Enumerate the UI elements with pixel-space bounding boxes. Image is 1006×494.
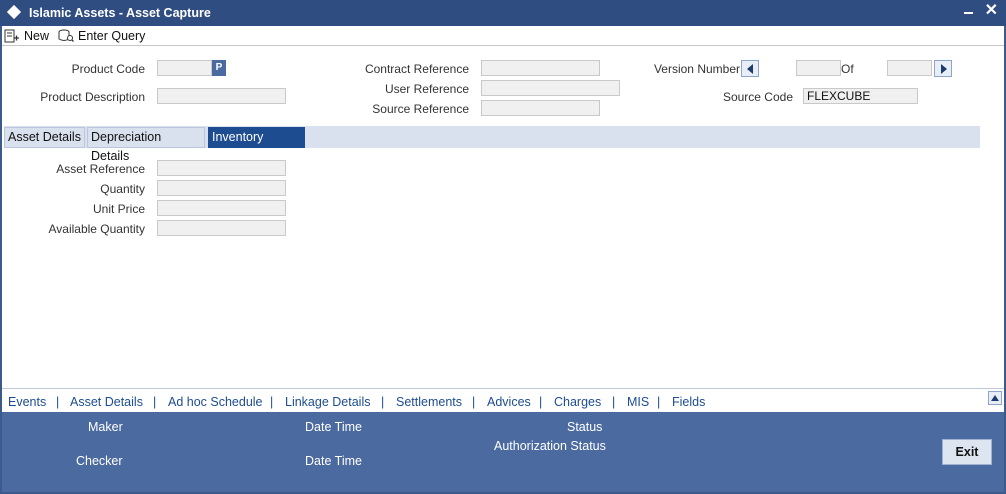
product-description-label: Product Description — [40, 90, 145, 104]
unit-price-field[interactable] — [157, 200, 286, 216]
separator: | — [472, 395, 476, 409]
quantity-field[interactable] — [157, 180, 286, 196]
product-description-field[interactable] — [157, 88, 286, 104]
asset-reference-label: Asset Reference — [56, 162, 145, 176]
link-mis[interactable]: MIS — [627, 395, 649, 409]
tab-inventory-details[interactable]: Inventory Details — [208, 127, 305, 163]
tab-asset-details[interactable]: Asset Details — [4, 127, 85, 148]
separator: | — [270, 395, 274, 409]
link-advices[interactable]: Advices — [487, 395, 531, 409]
enter-query-button[interactable]: Enter Query — [58, 28, 145, 44]
asset-reference-field[interactable] — [157, 160, 286, 176]
status-label: Status — [567, 420, 603, 434]
version-number-label: Version Number — [653, 62, 740, 76]
contract-reference-label: Contract Reference — [364, 62, 469, 76]
new-button[interactable]: New — [4, 28, 49, 44]
authorization-status-label: Authorization Status — [494, 439, 606, 453]
unit-price-label: Unit Price — [92, 202, 145, 216]
checker-label: Checker — [76, 454, 123, 468]
query-icon — [58, 29, 74, 42]
tab-depreciation-details[interactable]: Depreciation Details — [87, 127, 205, 163]
user-reference-label: User Reference — [384, 82, 469, 96]
product-code-label: Product Code — [71, 62, 145, 76]
link-events[interactable]: Events — [8, 395, 46, 409]
source-reference-field[interactable] — [481, 100, 600, 116]
link-fields[interactable]: Fields — [672, 395, 705, 409]
enter-query-label: Enter Query — [78, 29, 146, 43]
tab-strip: Asset Details Depreciation Details Inven… — [4, 126, 980, 163]
link-asset-details[interactable]: Asset Details — [70, 395, 143, 409]
checker-date-time-label: Date Time — [305, 454, 362, 468]
link-ad-hoc-schedule[interactable]: Ad hoc Schedule — [168, 395, 263, 409]
arrow-right-icon — [941, 64, 947, 74]
separator: | — [612, 395, 616, 409]
link-charges[interactable]: Charges — [554, 395, 601, 409]
close-icon[interactable]: ✕ — [985, 2, 998, 20]
bottom-links-bar: Events | Asset Details | Ad hoc Schedule… — [2, 388, 1004, 412]
maker-date-time-label: Date Time — [305, 420, 362, 434]
user-reference-field[interactable] — [481, 80, 620, 96]
audit-footer: Maker Date Time Status Authorization Sta… — [2, 412, 1004, 492]
collapse-button[interactable] — [988, 391, 1002, 405]
product-code-field[interactable] — [157, 60, 212, 76]
source-code-label: Source Code — [722, 90, 793, 104]
main-window: New Enter Query Product Code P Product D… — [2, 26, 1004, 388]
new-document-icon — [4, 29, 19, 43]
previous-version-button[interactable] — [741, 60, 759, 77]
separator: | — [381, 395, 385, 409]
link-linkage-details[interactable]: Linkage Details — [285, 395, 370, 409]
source-code-field[interactable]: FLEXCUBE — [803, 88, 918, 104]
exit-button[interactable]: Exit — [942, 439, 992, 465]
link-settlements[interactable]: Settlements — [396, 395, 462, 409]
source-reference-label: Source Reference — [372, 102, 469, 116]
of-label: Of — [841, 62, 854, 76]
window-title: Islamic Assets - Asset Capture — [29, 6, 211, 20]
new-label: New — [24, 29, 50, 43]
maker-label: Maker — [88, 420, 123, 434]
contract-reference-field[interactable] — [481, 60, 600, 76]
separator: | — [56, 395, 60, 409]
app-diamond-icon — [6, 4, 22, 20]
next-version-button[interactable] — [934, 60, 952, 77]
separator: | — [539, 395, 543, 409]
version-total-field[interactable] — [887, 60, 932, 76]
minimize-icon[interactable] — [964, 12, 973, 14]
version-number-field[interactable] — [796, 60, 841, 76]
arrow-up-icon — [991, 395, 999, 401]
title-bar: Islamic Assets - Asset Capture ✕ — [0, 0, 1006, 26]
quantity-label: Quantity — [100, 182, 145, 196]
available-quantity-label: Available Quantity — [48, 222, 145, 236]
toolbar: New Enter Query — [2, 26, 1004, 46]
product-code-lov-button[interactable]: P — [212, 60, 226, 76]
arrow-left-icon — [747, 64, 753, 74]
separator: | — [153, 395, 157, 409]
available-quantity-field[interactable] — [157, 220, 286, 236]
separator: | — [657, 395, 661, 409]
